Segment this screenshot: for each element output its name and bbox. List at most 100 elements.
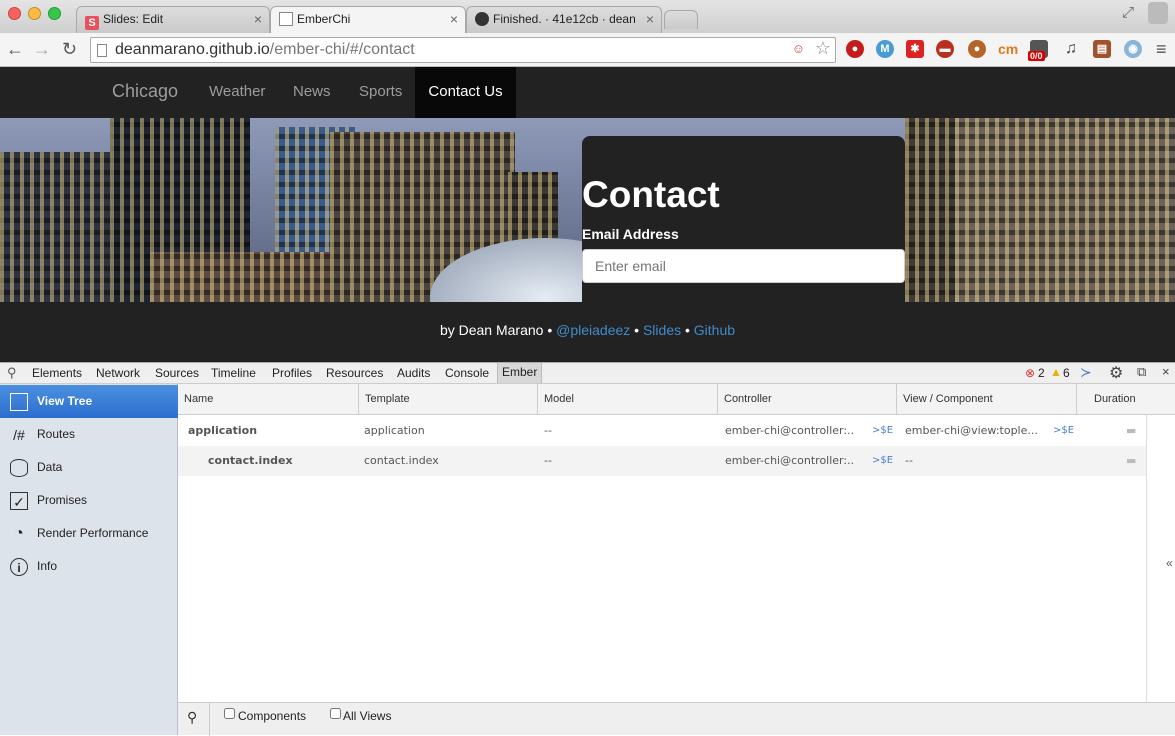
tab-title: Slides: Edit	[103, 12, 164, 26]
tab-audits[interactable]: Audits	[397, 366, 430, 380]
forward-icon[interactable]: →	[33, 39, 51, 59]
nav-weather[interactable]: Weather	[209, 67, 265, 118]
row-view[interactable]: ember-chi@view:tople...	[905, 416, 1038, 446]
settings-gear-icon[interactable]: ⚙	[1109, 363, 1123, 383]
counter-extension-icon[interactable]: 0/0	[1028, 40, 1048, 61]
error-icon[interactable]: ⊗	[1025, 366, 1035, 380]
slides-link[interactable]: Slides	[643, 322, 681, 338]
collapse-arrow-icon[interactable]: «	[1166, 556, 1173, 570]
routes-icon: /#	[13, 427, 25, 443]
duration-bar-icon: ▬	[1126, 454, 1137, 467]
tab-emberchi[interactable]: EmberChi ×	[270, 6, 466, 34]
tab-github[interactable]: Finished. · 41e12cb · dean ×	[466, 6, 662, 33]
dock-icon[interactable]: ⧉	[1137, 364, 1146, 380]
row-model: --	[544, 454, 552, 467]
github-link[interactable]: Github	[694, 322, 735, 338]
clapper-icon[interactable]: ▤	[1093, 40, 1111, 58]
minimize-window-button[interactable]	[28, 7, 41, 20]
row-controller[interactable]: ember-chi@controller:...	[725, 446, 855, 476]
address-bar[interactable]: deanmarano.github.io/ember-chi/#/contact…	[90, 37, 836, 63]
column-header-controller[interactable]: Controller	[718, 384, 897, 415]
sidebar-item-data[interactable]: Data	[0, 451, 178, 484]
send-to-console-link[interactable]: >$E	[872, 446, 893, 476]
close-icon[interactable]: ×	[450, 11, 458, 27]
tab-ember[interactable]: Ember	[497, 363, 543, 383]
sidebar-item-render-performance[interactable]: ◔ Render Performance	[0, 517, 178, 550]
asterisk-extension-icon[interactable]: ✱	[906, 40, 924, 58]
cm-extension-icon[interactable]: cm	[998, 40, 1018, 58]
twitter-link[interactable]: @pleiadeez	[556, 322, 630, 338]
back-icon[interactable]: ←	[6, 39, 24, 59]
zoom-window-button[interactable]	[48, 7, 61, 20]
nav-news[interactable]: News	[293, 67, 331, 118]
row-name: contact.index	[208, 454, 293, 467]
sidebar-item-routes[interactable]: /# Routes	[0, 418, 178, 451]
close-devtools-icon[interactable]: ×	[1162, 364, 1170, 379]
row-model: --	[544, 424, 552, 437]
row-controller[interactable]: ember-chi@controller:...	[725, 416, 855, 446]
column-header-model[interactable]: Model	[538, 384, 718, 415]
table-row[interactable]: application application -- ember-chi@con…	[178, 416, 1146, 446]
tab-console[interactable]: Console	[445, 366, 489, 380]
send-to-console-link[interactable]: >$E	[872, 416, 893, 446]
nav-contact-us[interactable]: Contact Us	[415, 67, 516, 118]
email-input[interactable]	[582, 249, 905, 283]
tab-elements[interactable]: Elements	[32, 366, 82, 380]
console-drawer-icon[interactable]: ≻	[1080, 364, 1092, 381]
menu-icon[interactable]: ≡	[1156, 39, 1167, 60]
tab-network[interactable]: Network	[96, 366, 140, 380]
close-window-button[interactable]	[8, 7, 21, 20]
extension-badge: 0/0	[1028, 51, 1045, 61]
duration-bar-icon: ▬	[1126, 424, 1137, 437]
contact-panel: Contact Email Address	[582, 136, 905, 302]
fullscreen-icon[interactable]: ⤢	[1122, 4, 1134, 21]
extension-page-icon[interactable]: ☺	[792, 41, 805, 56]
ball-extension-icon[interactable]: ●	[968, 40, 986, 58]
tab-profiles[interactable]: Profiles	[272, 366, 312, 380]
filter-bar: ⚲ Components All Views	[178, 702, 1175, 736]
site-navbar: Chicago Weather News Sports Contact Us	[0, 67, 1175, 118]
sidebar-item-label: Data	[37, 460, 63, 474]
table-row[interactable]: contact.index contact.index -- ember-chi…	[178, 446, 1146, 476]
sidebar-item-info[interactable]: i Info	[0, 550, 178, 583]
sidebar-item-promises[interactable]: ✓ Promises	[0, 484, 178, 517]
owl-extension-icon[interactable]: ◉	[1124, 40, 1142, 58]
nav-sports[interactable]: Sports	[359, 67, 402, 118]
search-icon[interactable]: ⚲	[187, 709, 197, 726]
m-extension-icon[interactable]: M	[876, 40, 894, 58]
adblock-icon[interactable]: ●	[846, 40, 864, 58]
tab-resources[interactable]: Resources	[326, 366, 383, 380]
column-header-duration[interactable]: Duration	[1077, 384, 1175, 415]
components-checkbox[interactable]	[224, 708, 235, 719]
footer-byline: by Dean Marano •	[439, 322, 553, 338]
separator: •	[634, 322, 640, 338]
music-note-icon[interactable]: ♫	[1062, 40, 1080, 58]
column-header-view-component[interactable]: View / Component	[897, 384, 1077, 415]
close-icon[interactable]: ×	[646, 11, 654, 27]
column-header-name[interactable]: Name	[178, 384, 359, 415]
warning-count[interactable]: 6	[1063, 366, 1070, 380]
couch-extension-icon[interactable]: ▬	[936, 40, 954, 58]
tab-timeline[interactable]: Timeline	[211, 366, 256, 380]
sidebar-item-view-tree[interactable]: View Tree	[0, 385, 178, 418]
bookmark-star-icon[interactable]: ☆	[815, 38, 831, 59]
profile-icon[interactable]	[1148, 2, 1168, 24]
all-views-label: All Views	[343, 709, 392, 723]
send-to-console-link[interactable]: >$E	[1053, 416, 1074, 446]
page-icon	[279, 12, 293, 26]
warning-icon[interactable]: ▲	[1050, 365, 1062, 379]
gauge-icon: ◔	[14, 525, 24, 542]
reload-icon[interactable]: ↻	[62, 39, 77, 59]
all-views-checkbox[interactable]	[330, 708, 341, 719]
brand-link[interactable]: Chicago	[112, 67, 178, 118]
tab-sources[interactable]: Sources	[155, 366, 199, 380]
error-count[interactable]: 2	[1038, 366, 1045, 380]
tab-slides[interactable]: S Slides: Edit ×	[76, 6, 270, 33]
tree-icon	[10, 393, 28, 411]
sidebar-item-label: Routes	[37, 427, 76, 441]
github-icon	[475, 12, 489, 26]
inspect-search-icon[interactable]: ⚲	[7, 365, 17, 381]
column-header-template[interactable]: Template	[359, 384, 538, 415]
close-icon[interactable]: ×	[254, 11, 262, 27]
new-tab-button[interactable]	[664, 10, 698, 29]
